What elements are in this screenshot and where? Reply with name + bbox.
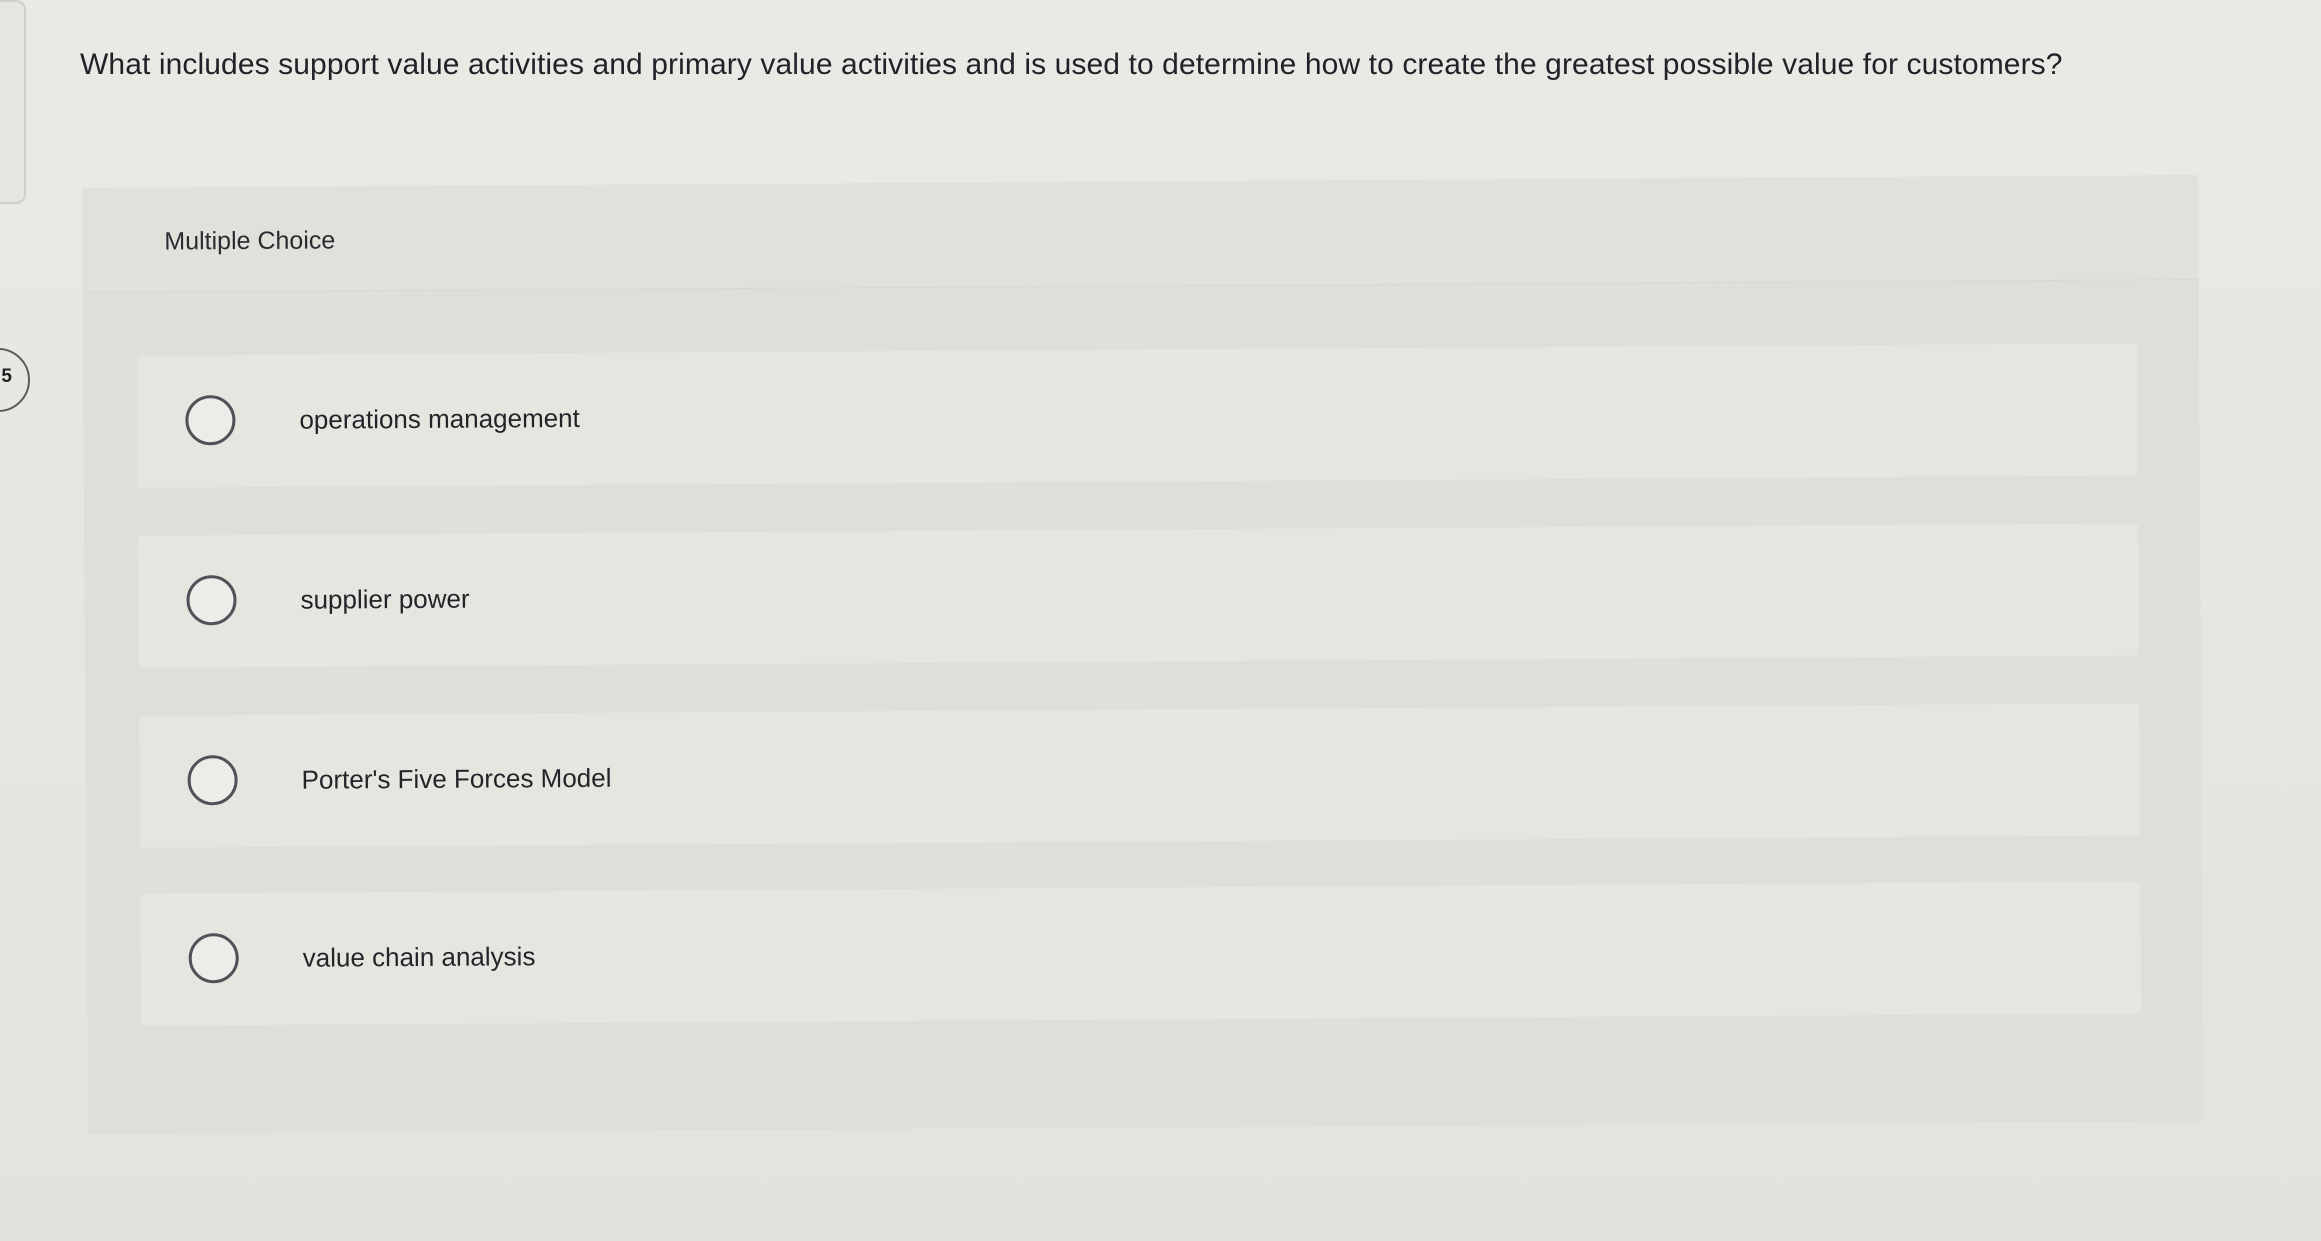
answer-option-label: value chain analysis xyxy=(302,941,536,973)
radio-button[interactable] xyxy=(185,395,236,446)
panel-header: Multiple Choice xyxy=(82,175,2199,293)
answer-option-2[interactable]: supplier power xyxy=(138,523,2139,668)
multiple-choice-panel: Multiple Choice operations management su… xyxy=(82,175,2204,1134)
answer-option-4[interactable]: value chain analysis xyxy=(140,881,2142,1026)
previous-question-tab xyxy=(0,0,26,204)
answer-option-label: supplier power xyxy=(300,583,470,615)
radio-button[interactable] xyxy=(187,755,238,806)
answer-option-1[interactable]: operations management xyxy=(137,343,2138,488)
radio-button[interactable] xyxy=(186,575,237,626)
radio-button[interactable] xyxy=(188,933,239,984)
multiple-choice-label: Multiple Choice xyxy=(164,226,336,256)
answer-option-3[interactable]: Porter's Five Forces Model xyxy=(139,703,2140,848)
answer-option-label: operations management xyxy=(299,402,580,435)
answer-option-label: Porter's Five Forces Model xyxy=(301,762,612,795)
question-number: 5 xyxy=(1,366,12,387)
question-text: What includes support value activities a… xyxy=(80,48,2063,81)
question-number-badge: 5 xyxy=(0,348,30,412)
